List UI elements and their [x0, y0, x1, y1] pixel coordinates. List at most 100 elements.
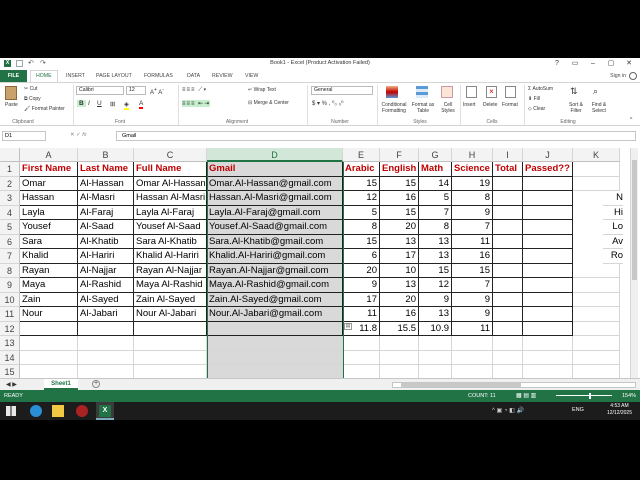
cell-d12[interactable]: [207, 321, 343, 336]
cell-a14[interactable]: [20, 350, 78, 365]
cell-j1[interactable]: Passed??: [523, 162, 573, 177]
cell-d2[interactable]: Omar.Al-Hassan@gmail.com: [207, 176, 343, 191]
column-header-g[interactable]: G: [419, 148, 452, 162]
cell-h7[interactable]: 16: [452, 249, 493, 264]
cell-j7[interactable]: [523, 249, 573, 264]
cell-h9[interactable]: 7: [452, 278, 493, 293]
row-header-12[interactable]: 12: [0, 321, 20, 336]
format-cells-icon[interactable]: [505, 86, 516, 98]
cell-e8[interactable]: 20: [343, 263, 380, 278]
tab-page-layout[interactable]: PAGE LAYOUT: [91, 70, 137, 82]
language-indicator[interactable]: ENG: [572, 407, 584, 413]
cell-e9[interactable]: 9: [343, 278, 380, 293]
cell-h11[interactable]: 9: [452, 307, 493, 322]
select-all-corner[interactable]: [0, 148, 20, 162]
cell-e11[interactable]: 11: [343, 307, 380, 322]
cell-a8[interactable]: Rayan: [20, 263, 78, 278]
fill-color-icon[interactable]: ◈: [124, 100, 129, 110]
cell-k6[interactable]: Av: [603, 235, 623, 249]
cell-d9[interactable]: Maya.Al-Rashid@gmail.com: [207, 278, 343, 293]
column-header-j[interactable]: J: [523, 148, 573, 162]
cell-a9[interactable]: Maya: [20, 278, 78, 293]
cell-c12[interactable]: [134, 321, 207, 336]
cell-e15[interactable]: [343, 365, 380, 378]
tab-insert[interactable]: INSERT: [61, 70, 90, 82]
column-header-a[interactable]: A: [20, 148, 78, 162]
cell-j9[interactable]: [523, 278, 573, 293]
cell-f4[interactable]: 15: [380, 205, 419, 220]
row-header-3[interactable]: 3: [0, 191, 20, 206]
cell-k5[interactable]: Lo: [603, 220, 623, 235]
cell-j10[interactable]: [523, 292, 573, 307]
cell-g3[interactable]: 5: [419, 191, 452, 206]
tab-file[interactable]: FILE: [0, 70, 27, 82]
cell-e6[interactable]: 15: [343, 234, 380, 249]
quick-analysis-icon[interactable]: ▤: [344, 323, 352, 330]
format-table-icon[interactable]: [416, 86, 428, 98]
cell-g5[interactable]: 8: [419, 220, 452, 235]
cell-h15[interactable]: [452, 365, 493, 378]
cell-i13[interactable]: [493, 336, 523, 351]
cell-c10[interactable]: Zain Al-Sayed: [134, 292, 207, 307]
cell-d11[interactable]: Nour.Al-Jabari@gmail.com: [207, 307, 343, 322]
cell-h13[interactable]: [452, 336, 493, 351]
cell-f3[interactable]: 16: [380, 191, 419, 206]
cell-c5[interactable]: Yousef Al-Saad: [134, 220, 207, 235]
cell-k14[interactable]: [573, 350, 620, 365]
cell-e14[interactable]: [343, 350, 380, 365]
close-button[interactable]: ✕: [620, 58, 638, 69]
cell-a4[interactable]: Layla: [20, 205, 78, 220]
cell-f7[interactable]: 17: [380, 249, 419, 264]
cell-b1[interactable]: Last Name: [78, 162, 134, 177]
cell-c8[interactable]: Rayan Al-Najjar: [134, 263, 207, 278]
cell-f11[interactable]: 16: [380, 307, 419, 322]
start-icon[interactable]: [6, 406, 16, 416]
bold-button[interactable]: B: [77, 100, 86, 107]
cell-a12[interactable]: [20, 321, 78, 336]
find-select-icon[interactable]: ⌕: [593, 86, 598, 97]
font-size-select[interactable]: 12: [126, 86, 146, 95]
cell-i7[interactable]: [493, 249, 523, 264]
maximize-button[interactable]: ▢: [602, 58, 620, 69]
name-box[interactable]: D1: [2, 131, 46, 141]
cell-h8[interactable]: 15: [452, 263, 493, 278]
row-header-15[interactable]: 15: [0, 365, 20, 378]
find-select-button[interactable]: Find & Select: [588, 102, 610, 114]
tab-view[interactable]: VIEW: [240, 70, 263, 82]
cell-j2[interactable]: [523, 176, 573, 191]
cell-j6[interactable]: [523, 234, 573, 249]
cell-j14[interactable]: [523, 350, 573, 365]
tab-review[interactable]: REVIEW: [207, 70, 237, 82]
excel-taskbar-button[interactable]: X: [96, 402, 114, 420]
cell-h5[interactable]: 7: [452, 220, 493, 235]
cell-i9[interactable]: [493, 278, 523, 293]
cell-g14[interactable]: [419, 350, 452, 365]
cell-f2[interactable]: 15: [380, 176, 419, 191]
number-format-icons[interactable]: $ ▾ % , ⁰₀ ₀⁰: [312, 100, 343, 107]
cell-h12[interactable]: 11: [452, 321, 493, 336]
column-header-d[interactable]: D: [207, 148, 343, 162]
collapse-ribbon-icon[interactable]: ^: [630, 117, 632, 123]
cell-b11[interactable]: Al-Jabari: [78, 307, 134, 322]
autosum-button[interactable]: Σ AutoSum: [528, 86, 553, 92]
add-sheet-icon[interactable]: +: [92, 380, 100, 388]
clear-button[interactable]: ◇ Clear: [528, 106, 545, 112]
cell-f12[interactable]: 15.5: [380, 321, 419, 336]
cell-c15[interactable]: [134, 365, 207, 378]
cell-k10[interactable]: [573, 292, 620, 307]
cell-f6[interactable]: 13: [380, 234, 419, 249]
formula-icons[interactable]: ✕ ✓ fx: [70, 132, 87, 138]
cell-g10[interactable]: 9: [419, 292, 452, 307]
cell-g13[interactable]: [419, 336, 452, 351]
cell-a1[interactable]: First Name: [20, 162, 78, 177]
cell-d3[interactable]: Hassan.Al-Masri@gmail.com: [207, 191, 343, 206]
cell-c1[interactable]: Full Name: [134, 162, 207, 177]
row-header-8[interactable]: 8: [0, 263, 20, 278]
sign-in-link[interactable]: Sign in: [610, 70, 626, 82]
cell-g1[interactable]: Math: [419, 162, 452, 177]
cell-d7[interactable]: Khalid.Al-Hariri@gmail.com: [207, 249, 343, 264]
cell-e1[interactable]: Arabic: [343, 162, 380, 177]
cell-i3[interactable]: [493, 191, 523, 206]
cell-f5[interactable]: 20: [380, 220, 419, 235]
underline-button[interactable]: U: [97, 100, 102, 107]
